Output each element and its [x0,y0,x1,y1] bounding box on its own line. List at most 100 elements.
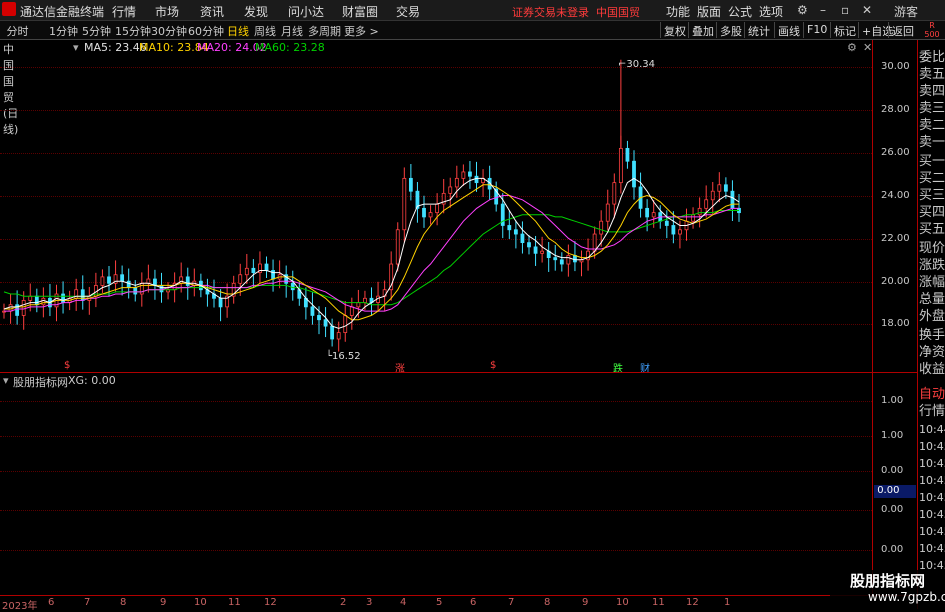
indicator-dropdown-icon[interactable]: ▾ [3,374,9,387]
candle-body [330,325,335,340]
event-marker[interactable]: $ [64,360,70,371]
right-panel: R 500 委比 卖五 卖四 卖三 卖二 卖一 买一 买二 买三 买四 买五 现价… [917,21,945,609]
chart-settings-icon[interactable]: ⚙ [847,41,857,54]
period-multi[interactable]: 多周期 [308,23,341,39]
r-500-badge[interactable]: R 500 [920,21,944,39]
ind-y-tick: 0.00 [881,465,904,476]
menu-trade[interactable]: 交易 [396,3,420,20]
close-icon[interactable]: ✕ [862,3,872,17]
menu-news[interactable]: 资讯 [200,3,224,20]
rp-ticker[interactable]: 行情 [919,400,945,419]
rp-earnings[interactable]: 收益 [919,358,945,377]
period-15min[interactable]: 15分钟 [115,23,151,39]
menu-market[interactable]: 市场 [155,3,179,20]
settings-icon[interactable]: ⚙ [797,3,808,17]
mark-button[interactable]: 标记 [830,22,859,38]
x-tick: 10 [616,597,629,608]
rp-time: 10:45 [919,440,945,453]
low-price-label: └16.52 [326,351,361,362]
price-chart[interactable] [0,55,872,373]
period-5min[interactable]: 5分钟 [82,23,111,39]
y-tick: 24.00 [881,190,910,201]
period-monthly[interactable]: 月线 [281,23,303,39]
y-tick: 22.00 [881,233,910,244]
candle-body [461,171,466,179]
candle-body [153,278,157,286]
user-label[interactable]: 游客 [894,3,918,20]
adjust-button[interactable]: 复权 [660,22,689,38]
period-intraday[interactable]: 分时 [3,23,29,39]
rp-sell1[interactable]: 卖一 [919,131,945,150]
candle-body [645,207,650,218]
candle-body [408,177,413,192]
login-warning[interactable]: 证券交易未登录 中国国贸 [512,4,640,20]
menu-wealth-circle[interactable]: 财富圈 [342,3,378,20]
x-tick: 6 [48,597,55,608]
candle-body [678,229,682,235]
f10-button[interactable]: F10 [803,22,830,38]
indicator-name[interactable]: 股朋指标网 [13,374,68,390]
ind-y-tick: 0.00 [881,504,904,515]
watermark: 股朋指标网 www.7gpzb.com [830,570,945,609]
period-more[interactable]: 更多 > [344,23,379,39]
x-tick: 9 [160,597,167,608]
candle-body [133,287,138,295]
back-button[interactable]: 返回 [888,22,917,38]
candle-body [520,233,525,244]
candle-body [513,229,518,235]
candle-body [474,175,479,184]
menu-formula[interactable]: 公式 [728,3,752,20]
x-tick: 8 [544,597,551,608]
y-tick: 26.00 [881,147,910,158]
draw-button[interactable]: 画线 [774,22,803,38]
rp-buy5[interactable]: 买五 [919,218,945,237]
menu-layout[interactable]: 版面 [697,3,721,20]
menu-options[interactable]: 选项 [759,3,783,20]
ma5-label: MA5: 23.46 [84,41,147,54]
period-toolbar: 分时 1分钟 5分钟 15分钟 30分钟 60分钟 日线 周线 月线 多周期 更… [0,21,945,40]
x-tick: 12 [686,597,699,608]
title-bar: 通达信金融终端 行情 市场 资讯 发现 问小达 财富圈 交易 证券交易未登录 中… [0,0,945,21]
x-tick: 6 [470,597,477,608]
candle-body [540,250,545,254]
candle-body [336,332,341,340]
high-price-label: ⌐30.34 [618,59,656,70]
rp-time: 10:45 [919,542,945,555]
period-weekly[interactable]: 周线 [254,23,276,39]
dropdown-icon[interactable]: ▾ [73,41,79,54]
y-tick: 18.00 [881,318,910,329]
rp-outer-volume[interactable]: 外盘 [919,305,945,324]
menu-quotes[interactable]: 行情 [112,3,136,20]
menu-function[interactable]: 功能 [666,3,690,20]
candle-body [612,182,617,205]
candle-body [100,276,105,286]
candle-body [533,246,538,254]
menu-ask-xiaoda[interactable]: 问小达 [288,3,324,20]
y-tick: 30.00 [881,61,910,72]
overlay-button[interactable]: 叠加 [688,22,717,38]
period-daily[interactable]: 日线 [227,23,249,39]
period-60min[interactable]: 60分钟 [188,23,224,39]
candle-body [691,214,695,222]
candle-body [559,259,564,265]
x-tick: 12 [264,597,277,608]
candle-body [107,276,111,284]
stats-button[interactable]: 统计 [744,22,773,38]
candle-body [317,315,321,321]
candle-body [238,274,243,284]
candle-body [553,257,558,261]
chart-close-icon[interactable]: ✕ [863,41,872,54]
x-tick: 2 [340,597,347,608]
candle-body [349,306,354,316]
multi-stock-button[interactable]: 多股 [716,22,745,38]
candle-body [159,285,164,293]
x-tick: 10 [194,597,207,608]
period-1min[interactable]: 1分钟 [49,23,78,39]
event-marker[interactable]: $ [490,360,496,371]
candle-body [126,280,131,288]
period-30min[interactable]: 30分钟 [151,23,187,39]
maximize-icon[interactable]: ▫ [841,3,849,17]
ind-y-tick: 1.00 [881,395,904,406]
minimize-icon[interactable]: – [820,3,826,17]
menu-discover[interactable]: 发现 [244,3,268,20]
